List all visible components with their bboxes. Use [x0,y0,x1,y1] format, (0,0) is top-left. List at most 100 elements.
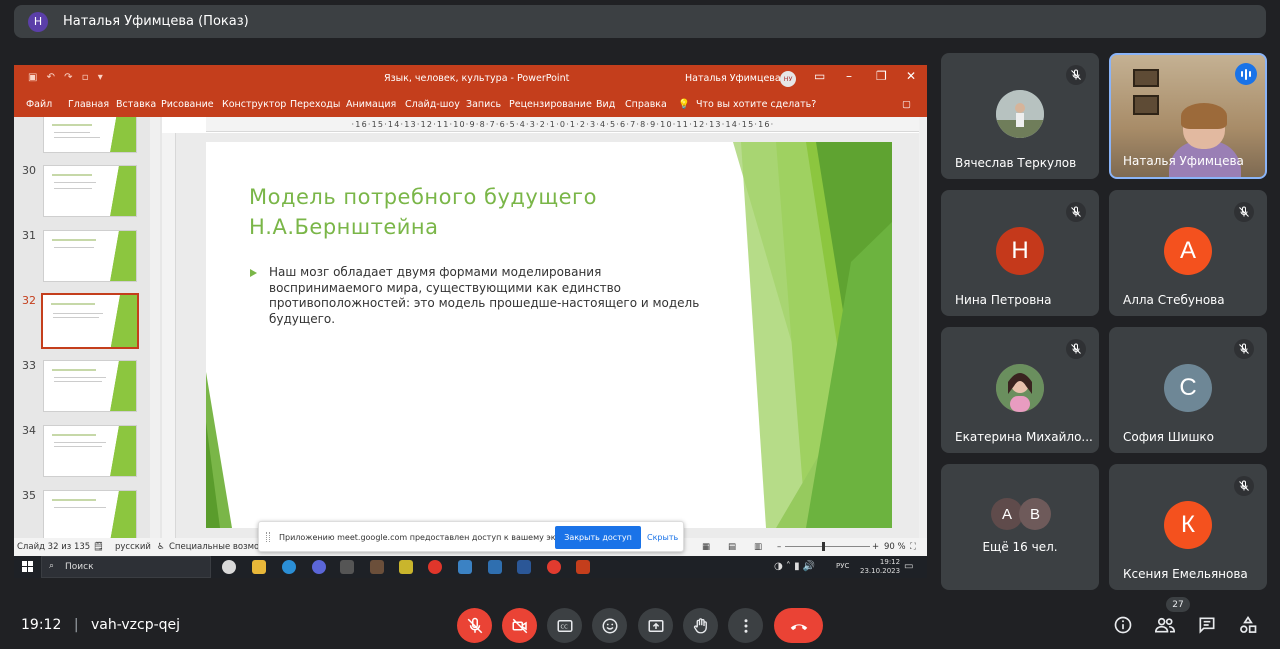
app-icon[interactable] [399,560,413,574]
raise-hand-button[interactable] [683,608,718,643]
zoom-slider[interactable] [785,546,870,547]
tab-record[interactable]: Запись [466,99,501,110]
accessibility-icon[interactable]: ♿ [157,542,165,552]
windows-start-icon[interactable] [22,561,34,573]
hand-icon [693,617,707,633]
restore-icon[interactable]: ❐ [876,69,887,83]
present-screen-button[interactable] [638,608,673,643]
camera-off-icon [512,618,527,633]
quick-access-toolbar[interactable]: ▣ ↶ ↷ ▫ ▾ [28,72,106,83]
participant-tile[interactable]: А Алла Стебунова [1109,190,1267,316]
participant-tile[interactable]: Н Нина Петровна [941,190,1099,316]
photos-icon[interactable] [488,560,502,574]
participant-tile[interactable]: Вячеслав Теркулов [941,53,1099,179]
tab-transitions[interactable]: Переходы [290,99,340,110]
chat-icon [1199,617,1215,634]
tell-me-field[interactable]: Что вы хотите сделать? [696,99,816,110]
meeting-details-button[interactable] [1112,614,1134,636]
participant-tile-speaking[interactable]: Наталья Уфимцева [1109,53,1267,179]
spellcheck-icon[interactable]: 🗒 [93,542,104,552]
file-explorer-icon[interactable] [252,560,266,574]
zoom-in-icon[interactable]: + [872,542,879,552]
participant-tile[interactable]: Екатерина Михайло... [941,327,1099,453]
camera-toggle-button[interactable] [502,608,537,643]
taskbar-search[interactable]: ⌕ Поиск [41,556,211,578]
powerpoint-icon[interactable] [576,560,590,574]
slide-thumbnail[interactable] [43,360,137,412]
ppt-user-name[interactable]: Наталья Уфимцева [685,73,781,84]
slide-counter: Слайд 32 из 135 [17,542,91,552]
slide-scrollbar[interactable] [919,117,927,538]
word-icon[interactable] [517,560,531,574]
mic-off-icon [1234,339,1254,359]
keyboard-language[interactable]: РУС [836,562,849,570]
edge-icon[interactable] [282,560,296,574]
notification-icon[interactable]: ▭ [904,561,913,572]
tab-slideshow[interactable]: Слайд-шоу [405,99,460,110]
leave-call-button[interactable] [774,608,823,643]
minimize-icon[interactable]: – [846,69,852,83]
participant-name: Вячеслав Теркулов [955,156,1077,170]
tab-review[interactable]: Рецензирование [509,99,592,110]
ppt-title-bar: ▣ ↶ ↷ ▫ ▾ Язык, человек, культура - Powe… [14,65,927,91]
tab-file[interactable]: Файл [26,99,52,110]
slide-thumbnail-current[interactable] [41,293,139,349]
zoom-slider-thumb[interactable] [822,542,825,551]
tab-insert[interactable]: Вставка [116,99,156,110]
app-icon[interactable] [340,560,354,574]
drag-handle-icon[interactable] [266,532,270,542]
reading-view-icon[interactable]: ▥ [754,542,762,552]
mic-off-icon [467,617,482,633]
slide-thumbnail[interactable] [43,425,137,477]
lightbulb-icon: 💡 [678,99,690,110]
people-button[interactable] [1154,614,1176,636]
ribbon-display-icon[interactable]: ▭ [814,69,825,83]
app-icon[interactable] [370,560,384,574]
slide-title: Модель потребного будущего Н.А.Бернштейн… [249,185,597,239]
slide-thumbnail[interactable] [43,490,137,538]
tab-draw[interactable]: Рисование [161,99,214,110]
slide-thumbnail[interactable] [43,230,137,282]
presenter-title: Наталья Уфимцева (Показ) [63,14,249,29]
language-status[interactable]: русский [115,542,151,552]
tab-home[interactable]: Главная [68,99,109,110]
normal-view-icon[interactable]: ▦ [702,542,710,552]
microphone-toggle-button[interactable] [457,608,492,643]
reactions-button[interactable] [592,608,627,643]
mail-icon[interactable] [458,560,472,574]
tab-help[interactable]: Справка [625,99,667,110]
tab-animation[interactable]: Анимация [346,99,396,110]
tab-design[interactable]: Конструктор [222,99,286,110]
zoom-level[interactable]: 90 % [884,542,906,552]
yandex-icon[interactable] [428,560,442,574]
app-icon[interactable] [312,560,326,574]
captions-button[interactable]: CC [547,608,582,643]
system-tray-icons[interactable]: ◑ ˄ ▮ 🔊 [774,561,815,572]
search-icon: ⌕ [49,561,55,571]
activities-icon [1240,615,1257,633]
comments-icon[interactable]: ▢ [902,99,911,110]
thumbnails-scrollbar[interactable] [150,117,160,538]
close-icon[interactable]: ✕ [906,69,916,83]
ppt-user-avatar[interactable]: НУ [780,71,796,87]
tab-view[interactable]: Вид [596,99,615,110]
avatar: С [1164,364,1212,412]
sorter-view-icon[interactable]: ▤ [728,542,736,552]
hide-notice-link[interactable]: Скрыть [647,533,678,542]
activities-button[interactable] [1237,614,1259,636]
opera-icon[interactable] [547,560,561,574]
chat-button[interactable] [1196,614,1218,636]
yandex-browser-icon[interactable] [222,560,236,574]
stop-sharing-button[interactable]: Закрыть доступ [555,526,641,549]
more-participants-tile[interactable]: А В Ещё 16 чел. [941,464,1099,590]
slide-thumbnail[interactable] [43,117,137,153]
zoom-out-icon[interactable]: – [777,542,781,552]
participant-tile[interactable]: С София Шишко [1109,327,1267,453]
slide-thumbnail[interactable] [43,165,137,217]
fit-slide-icon[interactable]: ⛶ [910,542,916,552]
taskbar-clock[interactable]: 19:12 23.10.2023 [860,558,900,576]
current-slide[interactable]: Модель потребного будущего Н.А.Бернштейн… [206,142,892,528]
accessibility-status[interactable]: Специальные возмож [169,542,267,552]
more-options-button[interactable] [728,608,763,643]
participant-tile[interactable]: К Ксения Емельянова [1109,464,1267,590]
